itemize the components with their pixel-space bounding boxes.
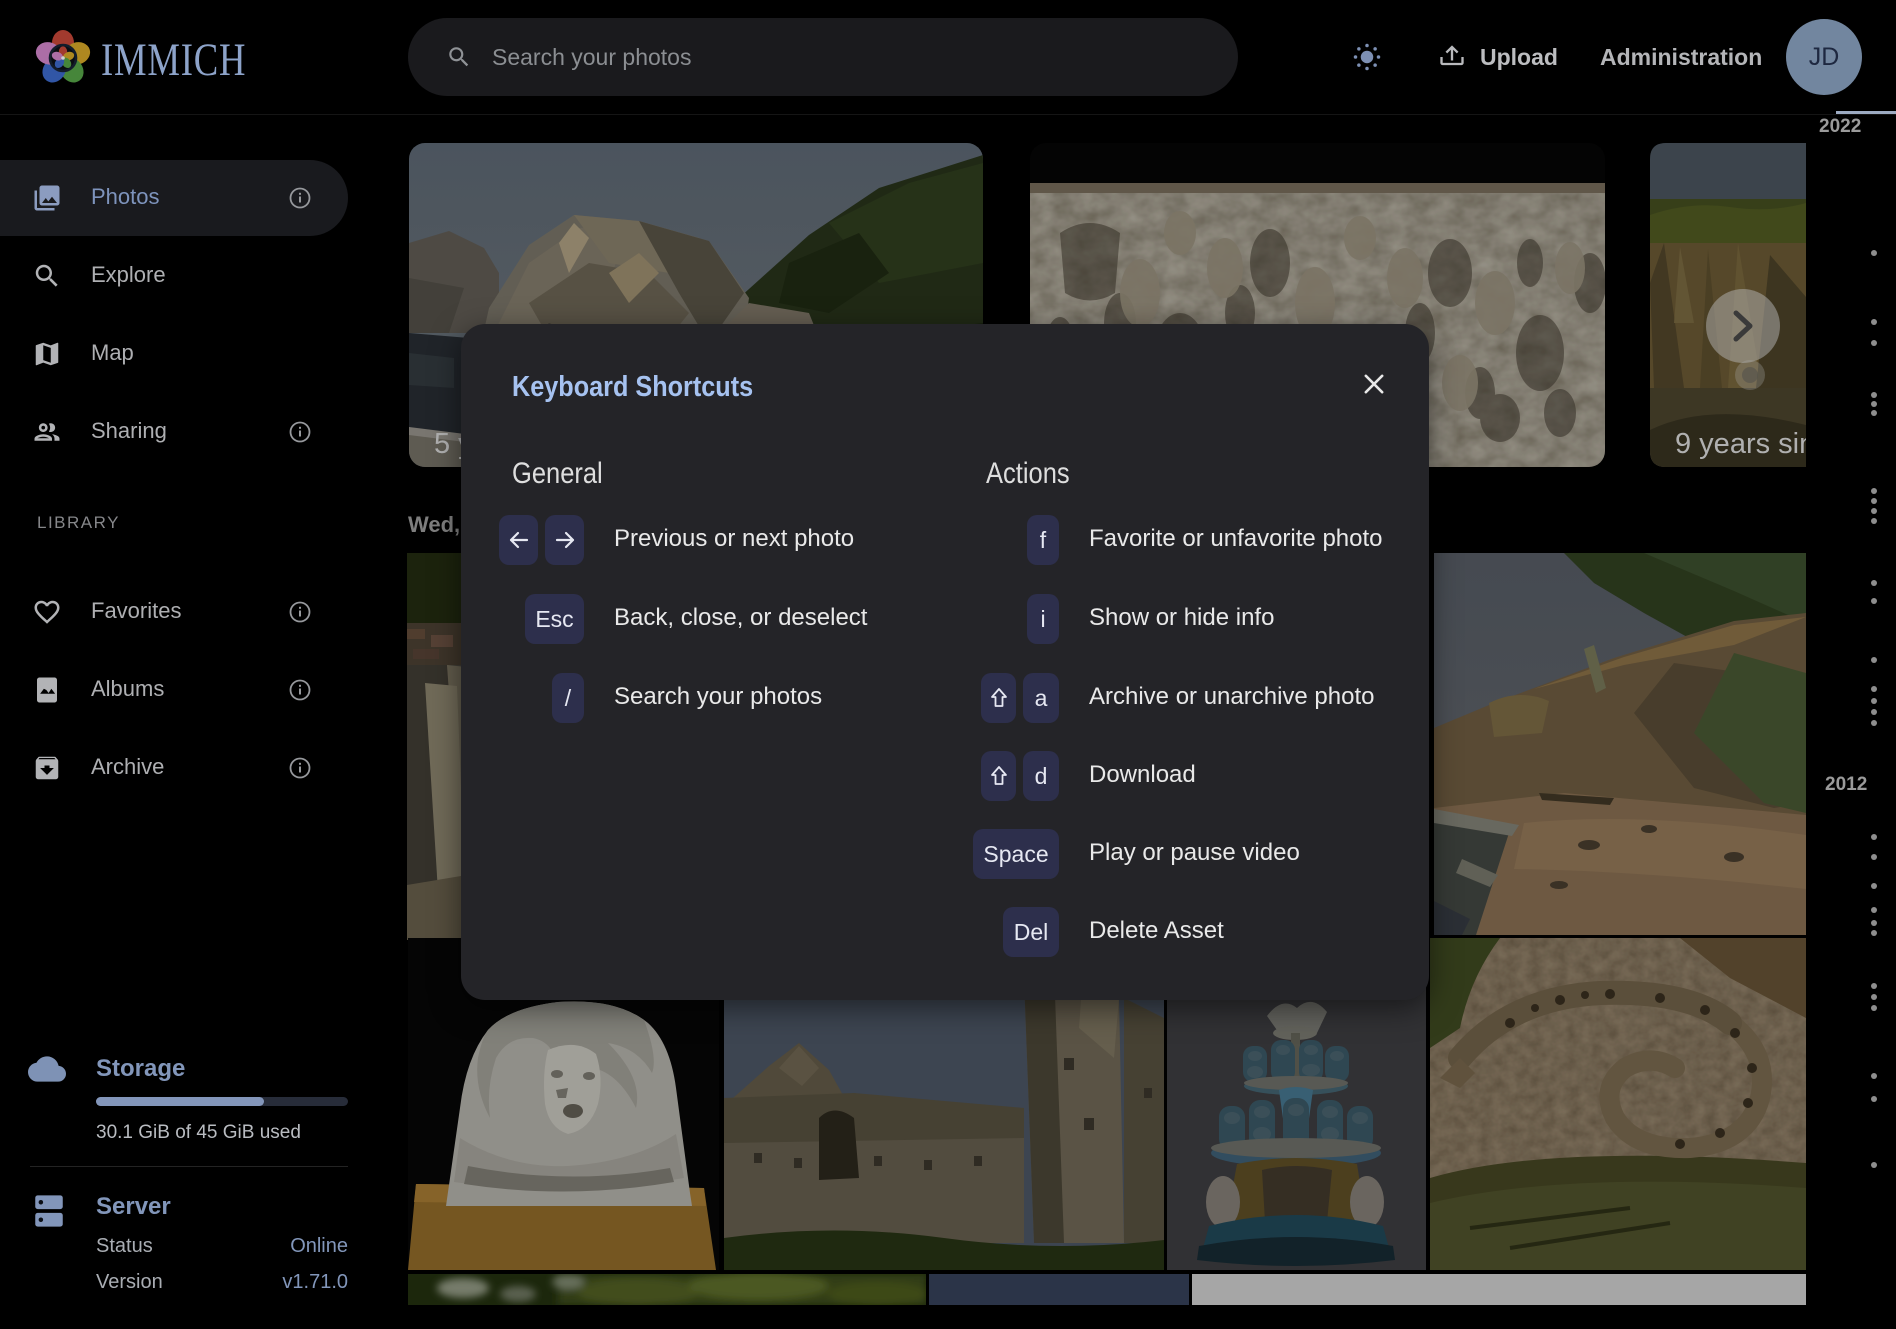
svg-text:9 years sin: 9 years sin [1675,428,1806,460]
